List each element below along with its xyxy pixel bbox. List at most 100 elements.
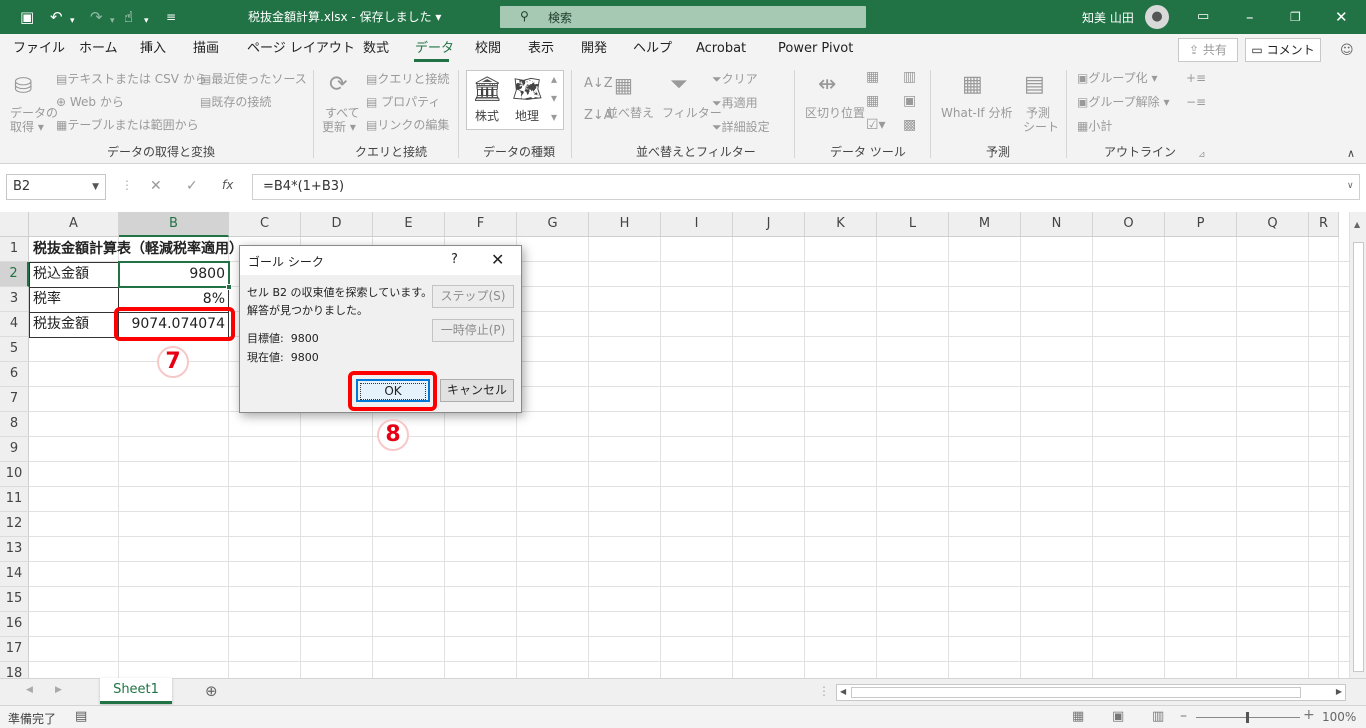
zoom-out-icon[interactable]: – — [1180, 708, 1187, 724]
search-box[interactable]: ⚲ 検索 — [500, 6, 866, 28]
column-header-O[interactable]: O — [1093, 212, 1165, 237]
tab-draw[interactable]: 描画 — [193, 41, 219, 57]
scroll-up-icon[interactable]: ▲ — [1354, 220, 1360, 229]
row-header-8[interactable]: 8 — [0, 412, 29, 437]
get-data-label-2[interactable]: 取得 ▾ — [10, 120, 44, 135]
normal-view-icon[interactable]: ▦ — [1072, 709, 1084, 724]
remove-duplicates-icon[interactable]: ▦ — [866, 94, 879, 109]
restore-icon[interactable]: ❐ — [1290, 8, 1301, 26]
name-box[interactable]: B2 ▼ — [6, 174, 106, 200]
data-validation-icon[interactable]: ☑▾ — [866, 118, 886, 133]
outline-settings-icon[interactable]: ⊿ — [1198, 148, 1206, 163]
row-header-6[interactable]: 6 — [0, 362, 29, 387]
sort-button[interactable]: 並べ替え — [606, 106, 654, 121]
vertical-scroll-thumb[interactable] — [1353, 242, 1364, 672]
existing-connections-button[interactable]: ▤既存の接続 — [200, 95, 271, 110]
row-header-1[interactable]: 1 — [0, 237, 29, 262]
row-header-11[interactable]: 11 — [0, 487, 29, 512]
queries-connections-button[interactable]: ▤クエリと接続 — [366, 72, 449, 87]
chevron-down-icon[interactable]: ▼ — [92, 175, 99, 199]
reapply-button[interactable]: ⏷再適用 — [712, 96, 758, 111]
gallery-scroll-up-icon[interactable]: ▴ — [551, 72, 557, 87]
column-header-Q[interactable]: Q — [1237, 212, 1309, 237]
row-header-2[interactable]: 2 — [0, 262, 29, 287]
tab-formulas[interactable]: 数式 — [363, 41, 389, 57]
fill-handle[interactable] — [226, 284, 232, 290]
step-button[interactable]: ステップ(S) — [432, 285, 514, 308]
properties-button[interactable]: ▤ プロパティ — [366, 95, 440, 110]
zoom-slider-handle[interactable] — [1246, 712, 1249, 723]
table-range-button[interactable]: ▦テーブルまたは範囲から — [56, 118, 199, 133]
help-icon[interactable]: ? — [451, 252, 458, 267]
column-header-B[interactable]: B — [119, 212, 229, 237]
add-sheet-icon[interactable]: ⊕ — [205, 682, 218, 700]
recent-sources-button[interactable]: ▤最近使ったソース — [200, 72, 307, 87]
advanced-filter-button[interactable]: ⏷詳細設定 — [712, 120, 770, 135]
tab-acrobat[interactable]: Acrobat — [696, 41, 746, 57]
touch-dropdown-icon[interactable]: ▾ — [144, 12, 149, 30]
column-header-F[interactable]: F — [445, 212, 517, 237]
column-header-H[interactable]: H — [589, 212, 661, 237]
zoom-in-icon[interactable]: + — [1303, 707, 1315, 723]
column-header-I[interactable]: I — [661, 212, 733, 237]
tab-developer[interactable]: 開発 — [581, 41, 607, 57]
clear-filter-button[interactable]: ⏷クリア — [712, 72, 758, 87]
row-header-13[interactable]: 13 — [0, 537, 29, 562]
row-header-5[interactable]: 5 — [0, 337, 29, 362]
horizontal-scrollbar[interactable]: ◀ ▶ — [836, 684, 1346, 701]
column-header-E[interactable]: E — [373, 212, 445, 237]
cell-A1[interactable]: 税抜金額計算表（軽減税率適用） — [29, 237, 269, 262]
column-header-D[interactable]: D — [301, 212, 373, 237]
touch-mode-icon[interactable]: ☝ — [124, 8, 133, 26]
row-header-14[interactable]: 14 — [0, 562, 29, 587]
prev-sheet-icon[interactable]: ◀ — [26, 685, 33, 695]
tab-file[interactable]: ファイル — [13, 41, 65, 57]
geography-button[interactable]: 地理 — [515, 109, 539, 124]
formula-input[interactable]: =B4*(1+B3) — [252, 174, 1360, 200]
tab-data[interactable]: データ — [415, 41, 454, 57]
minimize-icon[interactable]: – — [1246, 8, 1254, 26]
row-header-9[interactable]: 9 — [0, 437, 29, 462]
show-detail-icon[interactable]: +≡ — [1186, 71, 1206, 86]
column-header-A[interactable]: A — [29, 212, 119, 237]
scroll-left-icon[interactable]: ◀ — [840, 687, 846, 696]
column-header-G[interactable]: G — [517, 212, 589, 237]
scroll-right-icon[interactable]: ▶ — [1336, 687, 1342, 696]
refresh-all-label[interactable]: すべて — [325, 106, 360, 121]
gallery-more-icon[interactable]: ▾ — [551, 110, 557, 125]
row-header-18[interactable]: 18 — [0, 662, 29, 678]
web-button[interactable]: ⊕ Web から — [56, 95, 124, 110]
group-button[interactable]: ▣グループ化 ▾ — [1077, 71, 1157, 86]
horizontal-scroll-thumb[interactable] — [851, 687, 1301, 698]
row-header-4[interactable]: 4 — [0, 312, 29, 337]
expand-formula-bar-icon[interactable]: ∨ — [1347, 181, 1354, 191]
vertical-scrollbar[interactable]: ▲ — [1349, 212, 1366, 678]
what-if-button[interactable]: What-If 分析 — [941, 106, 1012, 121]
gallery-scroll-down-icon[interactable]: ▾ — [551, 91, 557, 106]
customize-toolbar-icon[interactable]: ≡ — [166, 8, 176, 26]
undo-dropdown-icon[interactable]: ▾ — [70, 12, 75, 30]
tab-help[interactable]: ヘルプ — [633, 41, 672, 57]
sort-ascending-icon[interactable]: A↓Z — [584, 76, 613, 91]
row-header-10[interactable]: 10 — [0, 462, 29, 487]
tab-insert[interactable]: 挿入 — [140, 41, 166, 57]
consolidate-icon[interactable]: ▥ — [903, 70, 916, 85]
pause-button[interactable]: 一時停止(P) — [432, 319, 514, 342]
flash-fill-icon[interactable]: ▦ — [866, 70, 879, 85]
tab-power-pivot[interactable]: Power Pivot — [778, 41, 853, 57]
edit-links-button[interactable]: ▤リンクの編集 — [366, 118, 449, 133]
undo-icon[interactable]: ↶ — [50, 8, 63, 26]
save-icon[interactable]: ▣ — [20, 8, 34, 26]
column-header-L[interactable]: L — [877, 212, 949, 237]
user-avatar-icon[interactable]: ● — [1145, 5, 1169, 29]
collapse-ribbon-icon[interactable]: ∧ — [1347, 146, 1355, 161]
column-header-C[interactable]: C — [229, 212, 301, 237]
relationships-icon[interactable]: ▣ — [903, 94, 916, 109]
column-header-P[interactable]: P — [1165, 212, 1237, 237]
insert-function-icon[interactable]: fx — [222, 178, 233, 192]
text-to-columns-button[interactable]: 区切り位置 — [805, 106, 865, 121]
column-header-N[interactable]: N — [1021, 212, 1093, 237]
redo-icon[interactable]: ↷ — [90, 8, 103, 26]
user-name[interactable]: 知美 山田 — [1082, 9, 1134, 26]
page-break-view-icon[interactable]: ▥ — [1152, 709, 1164, 724]
